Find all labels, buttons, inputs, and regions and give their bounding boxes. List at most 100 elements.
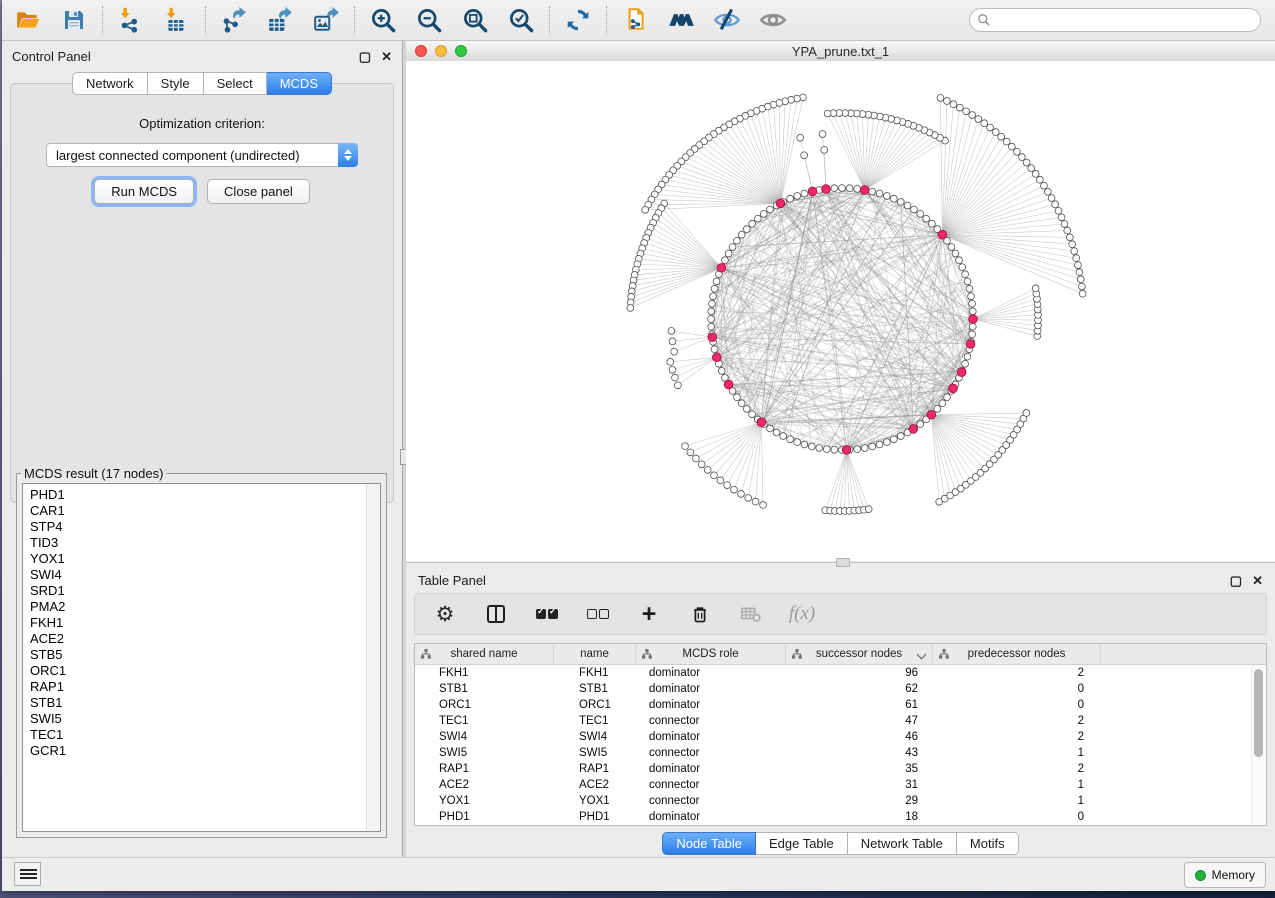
tab-edge-table[interactable]: Edge Table bbox=[756, 832, 848, 855]
table-settings-icon[interactable]: ⚙ bbox=[433, 602, 457, 626]
import-network-icon[interactable] bbox=[117, 6, 145, 34]
list-icon bbox=[24, 869, 37, 871]
network-canvas[interactable] bbox=[406, 61, 1275, 561]
table-cell: connector bbox=[636, 713, 786, 729]
tab-network-table[interactable]: Network Table bbox=[848, 832, 957, 855]
table-scrollbar-thumb[interactable] bbox=[1254, 669, 1263, 757]
save-session-icon[interactable] bbox=[60, 6, 88, 34]
tab-select[interactable]: Select bbox=[204, 72, 267, 95]
tab-network[interactable]: Network bbox=[72, 72, 148, 95]
table-cell: PHD1 bbox=[554, 809, 636, 825]
table-scrollbar[interactable] bbox=[1251, 665, 1265, 824]
show-columns-icon[interactable] bbox=[484, 602, 508, 626]
list-item[interactable]: STP4 bbox=[30, 519, 380, 535]
zoom-fit-icon[interactable] bbox=[461, 6, 489, 34]
list-item[interactable]: TEC1 bbox=[30, 727, 380, 743]
horizontal-splitter-grip[interactable] bbox=[836, 558, 850, 567]
list-item[interactable]: GCR1 bbox=[30, 743, 380, 759]
table-cell: dominator bbox=[636, 665, 786, 681]
search-icon bbox=[977, 13, 991, 27]
close-panel-icon[interactable]: ✕ bbox=[381, 50, 392, 63]
mcds-result-list[interactable]: PHD1CAR1STP4TID3YOX1SWI4SRD1PMA2FKH1ACE2… bbox=[22, 483, 381, 832]
node-table: shared namenameMCDS rolesuccessor nodesp… bbox=[414, 643, 1267, 826]
export-network-icon[interactable] bbox=[220, 6, 248, 34]
network-window-titlebar[interactable]: YPA_prune.txt_1 bbox=[406, 41, 1275, 62]
table-row[interactable]: PHD1PHD1dominator180 bbox=[415, 809, 1266, 825]
window-close-icon[interactable] bbox=[415, 45, 427, 57]
table-panel: Table Panel ▢ ✕ ⚙ + f(x) bbox=[406, 562, 1275, 858]
table-row[interactable]: ORC1ORC1dominator610 bbox=[415, 697, 1266, 713]
task-history-button[interactable] bbox=[14, 862, 41, 886]
mcds-result-title: MCDS result (17 nodes) bbox=[21, 466, 166, 481]
first-neighbors-icon[interactable] bbox=[667, 6, 695, 34]
criterion-dropdown[interactable]: largest connected component (undirected) bbox=[46, 143, 358, 167]
table-row[interactable]: YOX1YOX1connector291 bbox=[415, 793, 1266, 809]
zoom-selected-icon[interactable] bbox=[507, 6, 535, 34]
list-item[interactable]: ACE2 bbox=[30, 631, 380, 647]
table-cell: ORC1 bbox=[554, 697, 636, 713]
float-table-panel-icon[interactable]: ▢ bbox=[1230, 574, 1242, 587]
tab-mcds[interactable]: MCDS bbox=[267, 72, 332, 95]
list-item[interactable]: SRD1 bbox=[30, 583, 380, 599]
export-image-icon[interactable] bbox=[312, 6, 340, 34]
search-input[interactable] bbox=[969, 8, 1261, 32]
delete-table-icon-disabled bbox=[739, 602, 763, 626]
column-header-shared-name[interactable]: shared name bbox=[415, 644, 554, 664]
table-cell: FKH1 bbox=[415, 665, 554, 681]
close-table-panel-icon[interactable]: ✕ bbox=[1252, 574, 1263, 587]
list-item[interactable]: STB5 bbox=[30, 647, 380, 663]
mcds-result-scrollbar[interactable] bbox=[366, 484, 380, 831]
optimization-criterion-label: Optimization criterion: bbox=[11, 116, 393, 131]
list-item[interactable]: CAR1 bbox=[30, 503, 380, 519]
open-file-icon[interactable] bbox=[14, 6, 42, 34]
column-header-name[interactable]: name bbox=[554, 644, 636, 664]
list-item[interactable]: PHD1 bbox=[30, 487, 380, 503]
float-panel-icon[interactable]: ▢ bbox=[359, 50, 371, 63]
list-item[interactable]: PMA2 bbox=[30, 599, 380, 615]
table-row[interactable]: RAP1RAP1dominator352 bbox=[415, 761, 1266, 777]
list-item[interactable]: YOX1 bbox=[30, 551, 380, 567]
refresh-icon[interactable] bbox=[564, 6, 592, 34]
column-header-predecessor-nodes[interactable]: predecessor nodes bbox=[933, 644, 1101, 664]
run-mcds-button[interactable]: Run MCDS bbox=[94, 179, 194, 204]
tab-node-table[interactable]: Node Table bbox=[662, 832, 756, 855]
table-row[interactable]: TEC1TEC1connector472 bbox=[415, 713, 1266, 729]
window-maximize-icon[interactable] bbox=[455, 45, 467, 57]
column-header-successor-nodes[interactable]: successor nodes bbox=[786, 644, 933, 664]
close-panel-button[interactable]: Close panel bbox=[207, 179, 310, 204]
window-minimize-icon[interactable] bbox=[435, 45, 447, 57]
show-all-icon[interactable] bbox=[759, 6, 787, 34]
list-item[interactable]: STB1 bbox=[30, 695, 380, 711]
zoom-out-icon[interactable] bbox=[415, 6, 443, 34]
list-item[interactable]: TID3 bbox=[30, 535, 380, 551]
column-header-MCDS-role[interactable]: MCDS role bbox=[636, 644, 786, 664]
zoom-in-icon[interactable] bbox=[369, 6, 397, 34]
list-item[interactable]: FKH1 bbox=[30, 615, 380, 631]
list-item[interactable]: ORC1 bbox=[30, 663, 380, 679]
list-item[interactable]: SWI5 bbox=[30, 711, 380, 727]
right-region: YPA_prune.txt_1 Table Panel ▢ ✕ ⚙ + bbox=[406, 41, 1275, 858]
table-cell: 43 bbox=[786, 745, 933, 761]
tab-style[interactable]: Style bbox=[148, 72, 204, 95]
export-table-icon[interactable] bbox=[266, 6, 294, 34]
deselect-all-icon[interactable] bbox=[586, 602, 610, 626]
tab-motifs[interactable]: Motifs bbox=[957, 832, 1019, 855]
table-row[interactable]: SWI4SWI4dominator462 bbox=[415, 729, 1266, 745]
table-row[interactable]: SWI5SWI5connector431 bbox=[415, 745, 1266, 761]
list-item[interactable]: RAP1 bbox=[30, 679, 380, 695]
table-row[interactable]: ACE2ACE2connector311 bbox=[415, 777, 1266, 793]
memory-button[interactable]: Memory bbox=[1184, 862, 1266, 888]
hide-selected-icon[interactable] bbox=[713, 6, 741, 34]
add-icon[interactable]: + bbox=[637, 602, 661, 626]
network-graph[interactable] bbox=[406, 61, 1275, 560]
delete-icon[interactable] bbox=[688, 602, 712, 626]
list-item[interactable]: SWI4 bbox=[30, 567, 380, 583]
table-cell: 62 bbox=[786, 681, 933, 697]
table-row[interactable]: STB1STB1dominator620 bbox=[415, 681, 1266, 697]
import-table-icon[interactable] bbox=[163, 6, 191, 34]
select-all-icon[interactable] bbox=[535, 602, 559, 626]
table-row[interactable]: FKH1FKH1dominator962 bbox=[415, 665, 1266, 681]
table-cell: 29 bbox=[786, 793, 933, 809]
network-from-selection-icon[interactable] bbox=[621, 6, 649, 34]
table-cell: 2 bbox=[933, 729, 1101, 745]
